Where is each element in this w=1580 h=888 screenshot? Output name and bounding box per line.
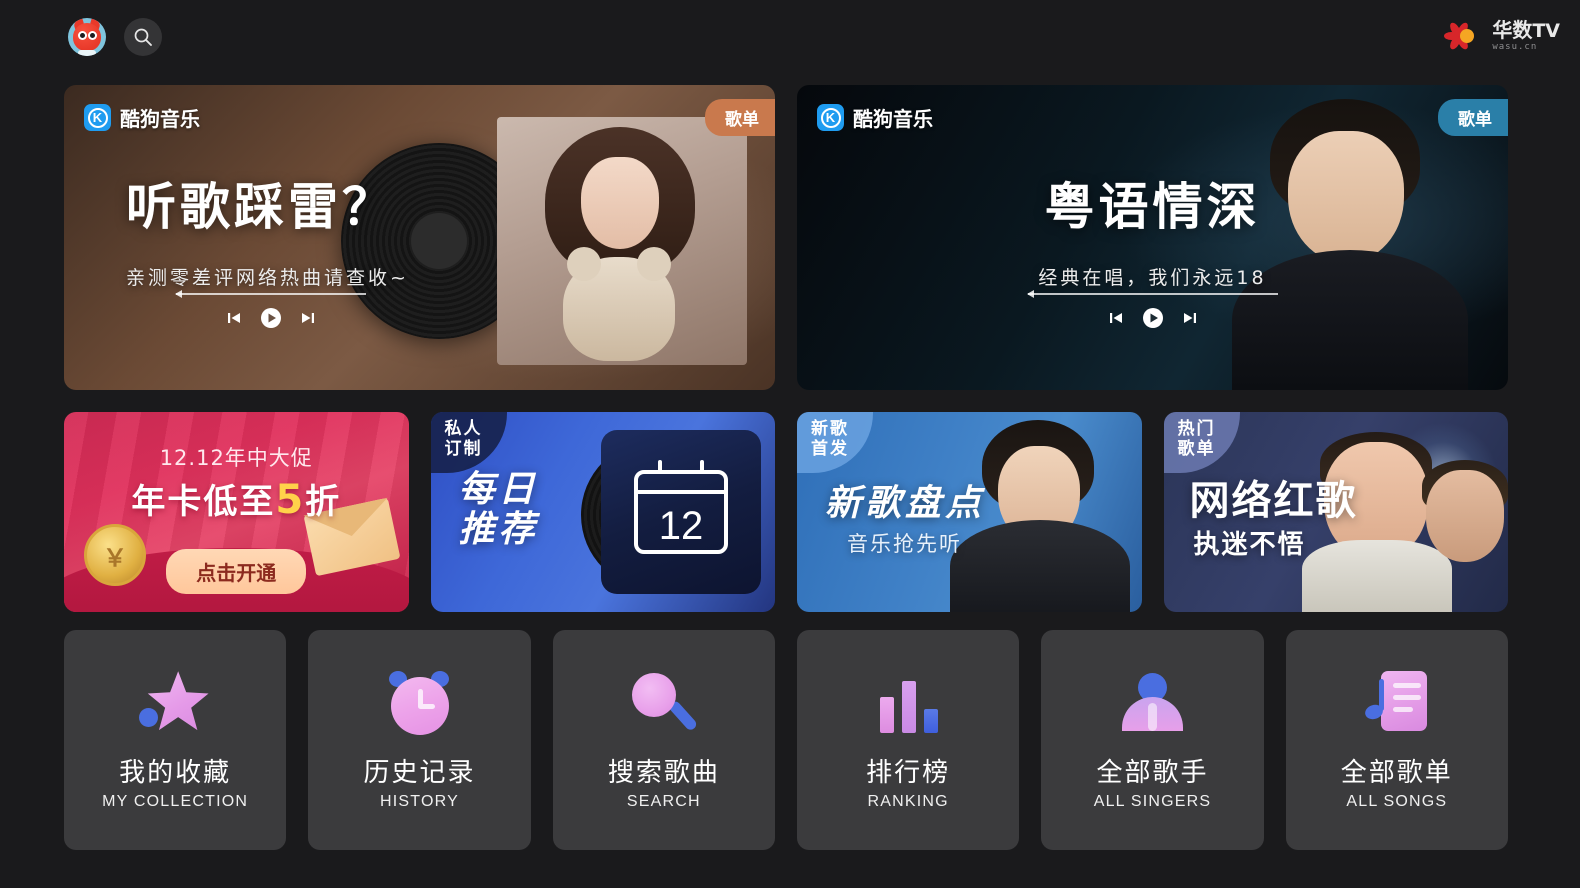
card-new-songs-tag: 新歌 首发 [797,412,873,474]
card-daily-tag-line2: 订制 [444,438,483,459]
card-new-songs[interactable]: 新歌 首发 新歌盘点 音乐抢先听 [797,412,1142,612]
tile-search-label-en: SEARCH [626,792,701,810]
tile-my-collection-label-en: MY COLLECTION [102,792,249,810]
prev-track-icon[interactable] [1108,310,1124,326]
wasu-flower-icon [1444,16,1487,56]
brand-name-cn: 华数 [1492,18,1533,42]
kugou-logo-letter: K [820,107,841,128]
bar-chart-icon [870,665,946,741]
star-icon [137,665,213,741]
singer-icon [1114,665,1190,741]
search-icon [133,27,153,47]
card-new-songs-subtitle: 音乐抢先听 [847,532,962,556]
promo-headline: 12.12年中大促 [159,446,313,470]
card-new-songs-tag-line2: 首发 [811,438,849,459]
tile-search[interactable]: 搜索歌曲 SEARCH [552,630,775,850]
banner-card-1[interactable]: K 酷狗音乐 歌单 听歌踩雷？ 亲测零差评网络热曲请查收~ [64,85,775,390]
coin-symbol: ￥ [103,544,127,572]
playlist-icon [1359,665,1435,741]
brand-logo: 华数TV wasu.cn [1444,14,1560,58]
top-header: 华数TV wasu.cn [0,0,1580,72]
tile-history[interactable]: 历史记录 HISTORY [308,630,531,850]
promo-activate-button[interactable]: 点击开通 [166,549,307,594]
card-daily-title-line1: 每日 [458,469,539,510]
promo-offer: 年卡低至5折 [64,474,409,523]
featured-banner-row: K 酷狗音乐 歌单 听歌踩雷？ 亲测零差评网络热曲请查收~ K 酷狗音乐 歌单 … [64,85,1508,390]
kugou-logo-icon: K [84,104,111,131]
music-home-screen: 华数TV wasu.cn K 酷狗音乐 歌单 听歌踩雷？ 亲测零差评网络热曲请查… [0,0,1580,888]
tile-my-collection-label-cn: 我的收藏 [119,758,232,789]
promo-offer-suffix: 折 [305,482,342,522]
promo-card-row: ￥ 12.12年中大促 年卡低至5折 点击开通 私人 订制 每日 推荐 12 新… [64,412,1508,612]
card-daily-recommend[interactable]: 私人 订制 每日 推荐 12 [430,412,775,612]
card-hot-subtitle: 执迷不悟 [1193,530,1306,560]
tile-my-collection[interactable]: 我的收藏 MY COLLECTION [64,630,287,850]
play-icon[interactable] [260,307,282,329]
next-track-icon[interactable] [300,310,316,326]
tile-ranking-label-cn: 排行榜 [866,758,951,789]
card-hot-tag-line1: 热门 [1177,419,1216,439]
banner-2-provider-name: 酷狗音乐 [853,107,933,131]
banner-1-badge[interactable]: 歌单 [705,99,775,136]
kugou-logo-icon: K [817,104,844,131]
avatar-eye-left [78,31,87,40]
user-avatar[interactable] [68,18,106,56]
card-daily-title-line2: 推荐 [458,509,539,551]
banner-2-progress-line[interactable] [1026,290,1278,298]
card-daily-tag: 私人 订制 [430,412,507,474]
quick-action-tiles: 我的收藏 MY COLLECTION 历史记录 HISTORY 搜索歌曲 SEA… [64,630,1508,850]
card-new-songs-title: 新歌盘点 [825,483,986,524]
brand-domain: wasu.cn [1492,42,1538,52]
card-hot-tag: 热门 歌单 [1163,412,1240,474]
banner-card-2[interactable]: K 酷狗音乐 歌单 粤语情深 经典在唱，我们永远18 [797,85,1508,390]
coin-icon: ￥ [84,524,146,586]
banner-1-artwork [497,117,747,365]
tile-all-songs-label-cn: 全部歌单 [1340,758,1453,789]
tile-history-label-en: HISTORY [380,792,459,810]
banner-1-player-controls [175,290,366,329]
tile-ranking[interactable]: 排行榜 RANKING [796,630,1020,850]
card-hot-title: 网络红歌 [1189,478,1358,524]
magnifier-icon [626,665,702,741]
play-icon[interactable] [1142,307,1164,329]
card-hot-tag-line2: 歌单 [1177,438,1216,459]
card-new-songs-tag-line1: 新歌 [811,419,849,439]
tile-all-singers-label-cn: 全部歌手 [1096,758,1209,789]
banner-1-progress-line[interactable] [175,290,366,298]
tile-all-singers[interactable]: 全部歌手 ALL SINGERS [1041,630,1264,850]
tile-search-label-cn: 搜索歌曲 [607,758,720,789]
card-daily-title: 每日 推荐 [458,469,539,551]
avatar-body [73,23,101,51]
card-vip-promo[interactable]: ￥ 12.12年中大促 年卡低至5折 点击开通 [64,412,409,612]
avatar-collar [78,50,96,56]
banner-1-provider-name: 酷狗音乐 [120,107,200,131]
card-daily-tag-line1: 私人 [444,419,483,439]
kugou-logo-letter: K [87,107,108,128]
tile-ranking-label-en: RANKING [867,792,949,810]
alarm-clock-icon [381,665,457,741]
banner-2-badge[interactable]: 歌单 [1438,99,1508,136]
banner-1-provider: K 酷狗音乐 [84,103,200,132]
brand-name-tv: TV [1532,20,1560,42]
promo-offer-discount: 5 [275,477,306,523]
banner-2-provider: K 酷狗音乐 [817,103,933,132]
tile-all-songs-label-en: ALL SONGS [1346,792,1448,810]
calendar-icon: 12 [601,430,761,594]
promo-offer-prefix: 年卡低至 [131,482,276,522]
tile-all-songs[interactable]: 全部歌单 ALL SONGS [1285,630,1508,850]
avatar-eye-right [88,31,97,40]
tile-history-label-cn: 历史记录 [363,758,476,789]
prev-track-icon[interactable] [226,310,242,326]
tile-all-singers-label-en: ALL SINGERS [1093,792,1212,810]
banner-2-player-controls [1026,290,1278,329]
calendar-day-number: 12 [658,504,704,548]
card-hot-playlist[interactable]: 热门 歌单 网络红歌 执迷不悟 [1163,412,1508,612]
next-track-icon[interactable] [1182,310,1198,326]
header-search-button[interactable] [124,18,162,56]
